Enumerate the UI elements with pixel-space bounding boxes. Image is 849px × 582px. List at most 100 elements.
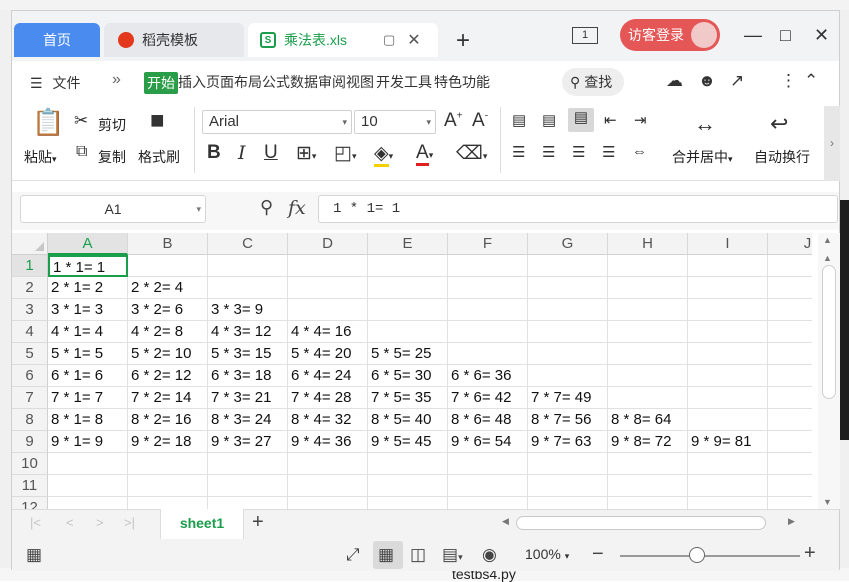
formula-input[interactable]: 1 * 1= 1 [318,195,838,223]
grid-cell[interactable] [608,497,688,509]
grid-cell[interactable]: 8 * 8= 64 [608,409,688,431]
grid-cell[interactable] [208,453,288,475]
maximize-icon[interactable]: □ [780,25,791,46]
grid-cell[interactable]: 3 * 2= 6 [128,299,208,321]
grid-cell[interactable] [288,255,368,277]
first-sheet-icon[interactable]: |< [30,515,41,530]
grid-cell[interactable] [48,497,128,509]
column-header[interactable]: J [768,233,812,255]
grid-cell[interactable]: 7 * 1= 7 [48,387,128,409]
grid-cell[interactable] [688,475,768,497]
grid-cell[interactable] [688,365,768,387]
grid-cell[interactable] [448,497,528,509]
grid-cell[interactable]: 6 * 1= 6 [48,365,128,387]
minimize-icon[interactable]: — [744,25,762,46]
grid-cell[interactable]: 3 * 1= 3 [48,299,128,321]
login-button[interactable]: 访客登录 [620,19,720,51]
align-right-icon[interactable]: ☰ [572,143,585,161]
grid-cell[interactable] [688,409,768,431]
zoom-in-icon[interactable]: + [804,542,816,565]
scroll-right-icon[interactable]: ▶ [788,516,795,527]
merge-center-icon[interactable]: ↔ [694,111,716,137]
column-header[interactable]: H [608,233,688,255]
grid-cell[interactable] [448,321,528,343]
grid-cell[interactable] [688,277,768,299]
row-header[interactable]: 7 [12,387,48,409]
float-window-icon[interactable]: ▢ [383,32,395,48]
grid-cell[interactable]: 7 * 2= 14 [128,387,208,409]
grid-cell[interactable]: 6 * 5= 30 [368,365,448,387]
grid-cell[interactable] [768,431,812,453]
align-center-icon[interactable]: ☰ [542,143,555,161]
grid-cell[interactable]: 8 * 7= 56 [528,409,608,431]
grid-cell[interactable] [688,497,768,509]
zoom-select[interactable]: 100% ▾ [525,546,569,562]
grid-cell[interactable] [768,255,812,277]
grid-cell[interactable] [688,321,768,343]
add-user-icon[interactable]: ☻ [698,71,716,91]
zoom-out-icon[interactable]: − [592,543,604,566]
grid-cell[interactable] [288,299,368,321]
active-cell[interactable]: 1 * 1= 1 [48,255,128,277]
tab-special[interactable]: 特色功能 [434,72,490,94]
grid-cell[interactable] [128,255,208,277]
window-count-icon[interactable]: 1 [572,27,598,44]
wrap-text-icon[interactable]: ↩ [770,111,788,137]
grid-cell[interactable] [528,343,608,365]
grid-cell[interactable] [128,497,208,509]
horizontal-scrollbar[interactable]: ◀ ▶ [488,514,810,532]
column-header[interactable]: D [288,233,368,255]
grid-cell[interactable] [608,365,688,387]
format-painter-label[interactable]: 格式刷 [138,147,180,167]
new-tab-icon[interactable]: + [456,27,470,55]
scrollbar-thumb[interactable] [516,516,766,530]
bold-icon[interactable]: B [207,142,221,164]
copy-icon[interactable]: ⧉ [76,143,87,161]
column-header[interactable]: I [688,233,768,255]
search-button[interactable]: ⚲ 查找 [562,68,624,96]
grid-cell[interactable]: 5 * 5= 25 [368,343,448,365]
grid-cell[interactable]: 9 * 3= 27 [208,431,288,453]
tab-docer-templates[interactable]: 稻壳模板 [104,23,244,57]
grid-cell[interactable]: 9 * 9= 81 [688,431,768,453]
grid-cell[interactable]: 8 * 6= 48 [448,409,528,431]
macro-record-icon[interactable]: ▦ [26,545,42,565]
align-left-icon[interactable]: ☰ [512,143,525,161]
grid-cell[interactable]: 6 * 2= 12 [128,365,208,387]
increase-indent-icon[interactable]: ⇥ [634,111,647,129]
grid-cell[interactable] [288,277,368,299]
grid-cell[interactable] [448,453,528,475]
grid-cell[interactable]: 7 * 7= 49 [528,387,608,409]
copy-label[interactable]: 复制 [98,147,126,167]
column-header[interactable]: A [48,233,128,255]
justify-icon[interactable]: ☰ [602,143,615,161]
grid-cell[interactable] [368,497,448,509]
fill-color-icon[interactable]: ◈▾ [374,142,393,167]
row-header[interactable]: 12 [12,497,48,509]
grid-cell[interactable] [528,321,608,343]
grid-cell[interactable] [368,321,448,343]
grid-cell[interactable] [48,453,128,475]
close-tab-icon[interactable]: ✕ [407,30,420,50]
grid-cell[interactable] [608,255,688,277]
grid-cell[interactable]: 6 * 6= 36 [448,365,528,387]
align-bottom-icon[interactable]: ▤ [568,108,594,132]
tab-data[interactable]: 数据 [290,72,318,94]
menu-expand-icon[interactable]: » [112,71,121,89]
grid-cell[interactable] [608,277,688,299]
align-top-icon[interactable]: ▤ [512,111,526,129]
grid-cell[interactable] [768,277,812,299]
increase-font-icon[interactable]: A+ [444,110,463,132]
grid-cell[interactable] [768,321,812,343]
zoom-slider[interactable] [620,555,800,557]
grid-cell[interactable] [448,255,528,277]
decrease-indent-icon[interactable]: ⇤ [604,111,617,129]
share-icon[interactable]: ↗ [730,71,744,91]
sheet-tab[interactable]: sheet1 [160,509,244,539]
last-sheet-icon[interactable]: >| [124,515,135,530]
grid-cell[interactable]: 9 * 1= 9 [48,431,128,453]
clear-format-icon[interactable]: ⌫▾ [456,142,487,165]
close-window-icon[interactable]: ✕ [814,25,829,46]
grid-cell[interactable]: 4 * 3= 12 [208,321,288,343]
eye-protection-icon[interactable]: ◉ [482,545,497,565]
